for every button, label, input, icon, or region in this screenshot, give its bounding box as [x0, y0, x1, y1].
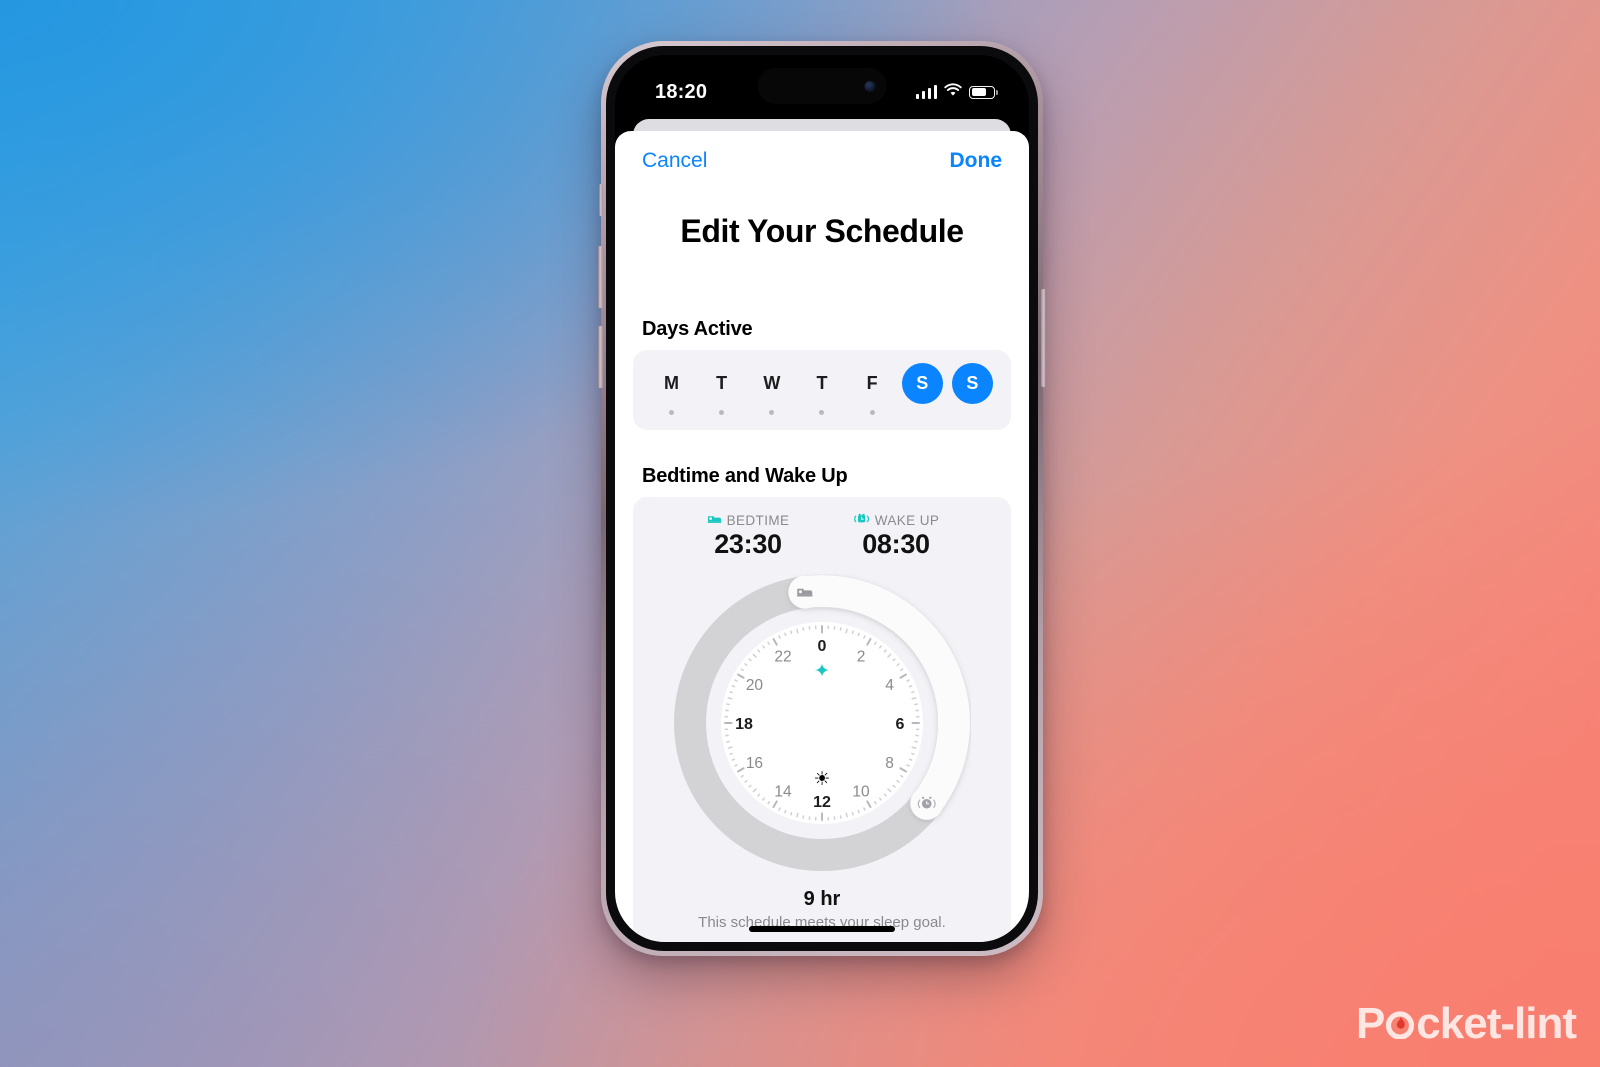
bedtime-label: BEDTIME: [726, 513, 790, 528]
home-indicator[interactable]: [749, 926, 895, 932]
dial-hour-label: 16: [746, 755, 763, 772]
days-active-section: Days Active M T W T F S S: [615, 318, 1029, 430]
volume-up-button[interactable]: [598, 246, 603, 308]
done-button[interactable]: Done: [950, 149, 1003, 173]
dynamic-island: [757, 68, 887, 104]
flame-icon: [1385, 1009, 1415, 1039]
day-toggle-wednesday[interactable]: W: [751, 363, 792, 415]
watermark-text-before: P: [1355, 999, 1385, 1048]
bedtime-wakeup-section: Bedtime and Wake Up BEDTIME 23:30 WAKE U…: [615, 465, 1029, 942]
wifi-icon: [944, 82, 962, 102]
day-label: T: [716, 373, 728, 393]
alarm-clock-icon: [853, 513, 870, 528]
day-toggle-monday[interactable]: M: [651, 363, 692, 415]
day-label: W: [763, 373, 781, 393]
day-inactive-dot: [819, 410, 825, 415]
day-label: M: [664, 373, 679, 393]
cellular-signal-icon: [915, 85, 937, 99]
days-active-heading: Days Active: [642, 318, 753, 340]
wakeup-label: WAKE UP: [874, 513, 940, 528]
dial-hour-label: 8: [885, 755, 894, 772]
phone-bezel: 18:20 Cancel Done Edit Your Schedule Day…: [606, 46, 1038, 951]
iphone-device-frame: 18:20 Cancel Done Edit Your Schedule Day…: [598, 41, 1046, 956]
dial-hour-label: 22: [774, 648, 791, 665]
watermark-text-after: cket-lint: [1416, 999, 1577, 1048]
wakeup-summary: WAKE UP 08:30: [838, 513, 954, 560]
battery-icon: [969, 85, 998, 99]
front-camera-icon: [864, 80, 876, 92]
power-button[interactable]: [1041, 289, 1046, 387]
day-inactive-dot: [719, 410, 725, 415]
edit-schedule-sheet: Cancel Done Edit Your Schedule Days Acti…: [615, 131, 1029, 942]
cancel-button[interactable]: Cancel: [642, 149, 707, 173]
page-title: Edit Your Schedule: [680, 213, 964, 249]
bedtime-summary: BEDTIME 23:30: [690, 513, 806, 560]
bed-icon: [707, 513, 722, 528]
dial-svg: 0 2 4 6 8 10 12 14 16 18 20 22: [674, 575, 970, 871]
phone-screen: 18:20 Cancel Done Edit Your Schedule Day…: [615, 55, 1029, 942]
day-inactive-dot: [869, 410, 875, 415]
sleep-schedule-dial[interactable]: 0 2 4 6 8 10 12 14 16 18 20 22 ✦ ☀: [673, 574, 971, 872]
day-label: S: [951, 363, 993, 404]
day-toggle-tuesday[interactable]: T: [701, 363, 742, 415]
bedtime-handle-icon[interactable]: [788, 575, 822, 609]
dial-hour-label: 12: [813, 794, 831, 811]
bedtime-label-row: BEDTIME: [690, 513, 806, 528]
wakeup-label-row: WAKE UP: [838, 513, 954, 528]
day-toggle-friday[interactable]: F: [852, 363, 893, 415]
day-inactive-dot: [970, 410, 975, 415]
day-label: S: [901, 363, 943, 404]
dial-hour-label: 4: [885, 677, 894, 694]
day-inactive-dot: [669, 410, 674, 415]
total-sleep-duration: 9 hr: [803, 888, 841, 910]
bedtime-value[interactable]: 23:30: [690, 529, 806, 560]
dial-hour-label: 20: [746, 677, 764, 694]
sheet-toolbar: Cancel Done: [615, 131, 1029, 181]
silent-switch[interactable]: [599, 184, 603, 216]
day-toggle-thursday[interactable]: T: [801, 363, 842, 415]
dial-hour-label: 0: [818, 638, 827, 655]
time-summary: BEDTIME 23:30 WAKE UP 08:30: [633, 513, 1011, 560]
volume-down-button[interactable]: [598, 326, 603, 388]
days-active-card: M T W T F S S: [633, 350, 1011, 430]
day-label: T: [816, 373, 828, 393]
wakeup-handle-icon[interactable]: [910, 786, 944, 820]
bedtime-wakeup-heading: Bedtime and Wake Up: [642, 465, 848, 487]
dial-hour-label: 6: [896, 716, 905, 733]
day-inactive-dot: [920, 410, 925, 415]
pocket-lint-watermark: P cket-lint: [1355, 999, 1577, 1049]
bedtime-wakeup-card: BEDTIME 23:30 WAKE UP 08:30 0 2 4 6 8 10…: [633, 497, 1011, 942]
dial-hour-label: 14: [774, 784, 792, 801]
status-bar-indicators: [915, 82, 998, 102]
day-toggle-saturday[interactable]: S: [901, 363, 943, 415]
dial-hour-label: 2: [857, 648, 866, 665]
dial-hour-label: 10: [852, 784, 870, 801]
status-bar-clock: 18:20: [655, 80, 708, 103]
dial-hour-label: 18: [735, 716, 753, 733]
day-label: F: [866, 373, 878, 393]
day-toggle-sunday[interactable]: S: [951, 363, 993, 415]
wakeup-value[interactable]: 08:30: [838, 529, 954, 560]
day-selector: M T W T F S S: [633, 350, 1011, 430]
screenshot-canvas: 18:20 Cancel Done Edit Your Schedule Day…: [0, 0, 1600, 1067]
day-inactive-dot: [769, 410, 775, 415]
